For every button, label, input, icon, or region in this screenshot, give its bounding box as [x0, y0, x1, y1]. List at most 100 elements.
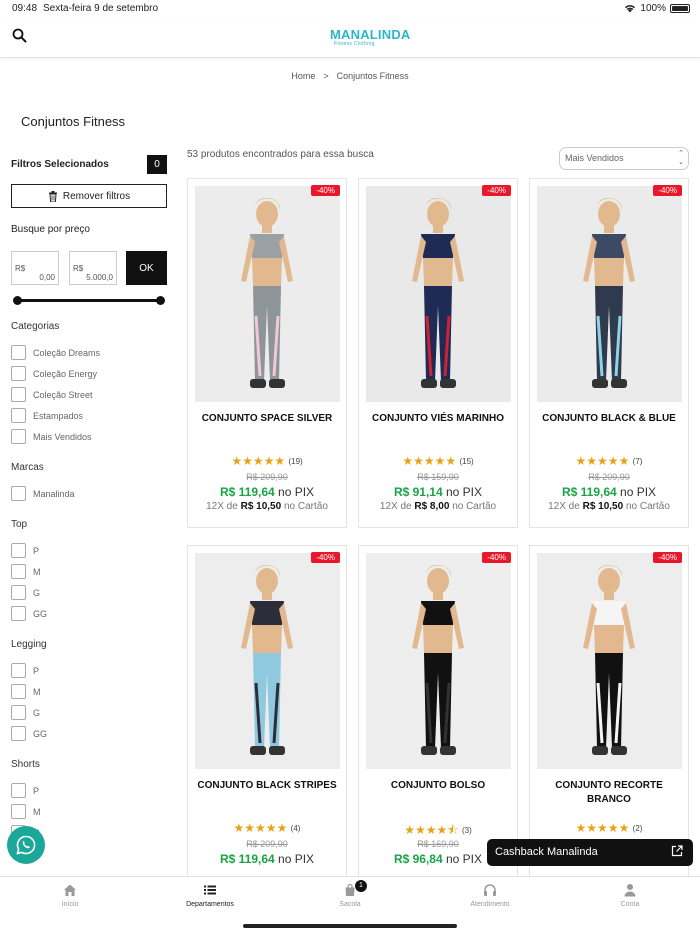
product-image[interactable] [195, 553, 340, 769]
product-name[interactable]: CONJUNTO VIÉS MARINHO [363, 412, 513, 426]
product-photo-figure [412, 198, 464, 388]
checkbox[interactable] [11, 783, 26, 798]
filter-option[interactable]: G [11, 585, 40, 600]
breadcrumb-home[interactable]: Home [291, 71, 315, 81]
installments-suffix: no Cartão [452, 501, 497, 512]
filter-option-label: Coleção Street [33, 389, 93, 400]
product-image[interactable] [195, 186, 340, 402]
product-card[interactable]: -40% CONJUNTO SPACE SILVER ★★★★★ (19) R$ 20… [187, 178, 347, 528]
filter-option[interactable]: Mais Vendidos [11, 429, 92, 444]
pix-label: no PIX [278, 485, 315, 499]
filter-option-label: GG [33, 728, 48, 739]
star-icons: ★★★★★ [575, 454, 630, 468]
filter-group-title: Marcas [11, 462, 44, 473]
checkbox[interactable] [11, 804, 26, 819]
filter-option[interactable]: Coleção Energy [11, 366, 97, 381]
filter-option[interactable]: P [11, 783, 39, 798]
checkbox[interactable] [11, 564, 26, 579]
checkbox[interactable] [11, 366, 26, 381]
checkbox[interactable] [11, 663, 26, 678]
checkbox[interactable] [11, 345, 26, 360]
logo[interactable]: MANALINDA Fitness Clothing [314, 20, 410, 56]
breadcrumb-current[interactable]: Conjuntos Fitness [337, 71, 409, 81]
filter-option[interactable]: Estampados [11, 408, 83, 423]
tab-sacola[interactable]: 1 Sacola [305, 880, 395, 908]
checkbox[interactable] [11, 726, 26, 741]
installments-suffix: no Cartão [625, 501, 670, 512]
review-count: (4) [290, 824, 301, 833]
remove-filters-button[interactable]: Remover filtros [11, 184, 167, 208]
filter-option[interactable]: M [11, 564, 41, 579]
filter-group-title: Top [11, 519, 28, 530]
checkbox[interactable] [11, 408, 26, 423]
filter-option[interactable]: GG [11, 726, 47, 741]
slider-track [16, 299, 162, 302]
cashback-banner[interactable]: Cashback Manalinda [487, 839, 693, 866]
product-name[interactable]: CONJUNTO BLACK STRIPES [192, 779, 342, 793]
filter-option[interactable]: P [11, 663, 39, 678]
header: MANALINDA Fitness Clothing [0, 18, 700, 58]
old-price: R$ 159,90 [417, 472, 459, 482]
bag-count-badge: 1 [355, 880, 367, 892]
product-card[interactable]: -40% CONJUNTO VIÉS MARINHO ★★★★★ (15) R$ 15… [358, 178, 518, 528]
filter-option[interactable]: M [11, 684, 41, 699]
pix-label: no PIX [446, 485, 483, 499]
review-count: (7) [632, 457, 643, 466]
product-rating: ★★★★★ (7) [530, 454, 688, 468]
min-price-input[interactable]: R$ 0,00 [11, 251, 59, 285]
checkbox[interactable] [11, 429, 26, 444]
breadcrumb-separator: > [323, 71, 329, 81]
search-icon[interactable] [11, 27, 29, 45]
product-image[interactable] [537, 553, 682, 769]
checkbox[interactable] [11, 705, 26, 720]
discount-badge: -40% [653, 185, 682, 196]
slider-min-handle[interactable] [13, 296, 22, 305]
product-name[interactable]: CONJUNTO SPACE SILVER [192, 412, 342, 426]
whatsapp-button[interactable] [7, 826, 45, 864]
filter-option[interactable]: GG [11, 606, 47, 621]
product-name[interactable]: CONJUNTO RECORTE BRANCO [534, 779, 684, 807]
filter-option-label: Mais Vendidos [33, 431, 92, 442]
checkbox[interactable] [11, 387, 26, 402]
filter-option[interactable]: Coleção Street [11, 387, 93, 402]
product-card[interactable]: -40% CONJUNTO BLACK STRIPES ★★★★★ (4) R$ 20… [187, 545, 347, 895]
product-image[interactable] [537, 186, 682, 402]
filter-option[interactable]: G [11, 705, 40, 720]
discount-badge: -40% [311, 185, 340, 196]
price-range-slider[interactable] [13, 296, 165, 306]
star-icons: ★★★★★ [233, 821, 288, 835]
max-price-input[interactable]: R$ 5.000,0 [69, 251, 117, 285]
filter-option[interactable]: M [11, 804, 41, 819]
home-icon [64, 884, 76, 896]
product-card[interactable]: -40% CONJUNTO BLACK & BLUE ★★★★★ (7) R$ 209… [529, 178, 689, 528]
tab-inicio[interactable]: Início [25, 883, 115, 908]
max-price-currency: R$ [73, 264, 84, 273]
installments-line: 12X de R$ 10,50 no Cartão [530, 501, 688, 512]
pix-label: no PIX [446, 852, 483, 866]
tab-departamentos[interactable]: Departamentos [165, 883, 255, 908]
filter-group-title: Categorias [11, 321, 60, 332]
checkbox[interactable] [11, 606, 26, 621]
checkbox[interactable] [11, 543, 26, 558]
product-name[interactable]: CONJUNTO BLACK & BLUE [534, 412, 684, 426]
filter-option[interactable]: Coleção Dreams [11, 345, 100, 360]
product-image[interactable] [366, 186, 511, 402]
product-image[interactable] [366, 553, 511, 769]
tab-conta[interactable]: Conta [585, 883, 675, 908]
sort-select[interactable]: Mais Vendidos ⌃ ⌄ [559, 147, 689, 170]
product-photo-figure [412, 565, 464, 755]
logo-text: MANALINDA [330, 27, 411, 42]
checkbox[interactable] [11, 585, 26, 600]
tab-atendimento[interactable]: Atendimento [445, 883, 535, 908]
discount-badge: -40% [653, 552, 682, 563]
pix-price-line: R$ 119,64 no PIX [530, 485, 688, 499]
filter-option[interactable]: Manalinda [11, 486, 75, 501]
discount-badge: -40% [311, 552, 340, 563]
filter-option[interactable]: P [11, 543, 39, 558]
pix-label: no PIX [278, 852, 315, 866]
product-name[interactable]: CONJUNTO BOLSO [363, 779, 513, 793]
price-ok-button[interactable]: OK [126, 251, 167, 285]
slider-max-handle[interactable] [156, 296, 165, 305]
checkbox[interactable] [11, 486, 26, 501]
checkbox[interactable] [11, 684, 26, 699]
